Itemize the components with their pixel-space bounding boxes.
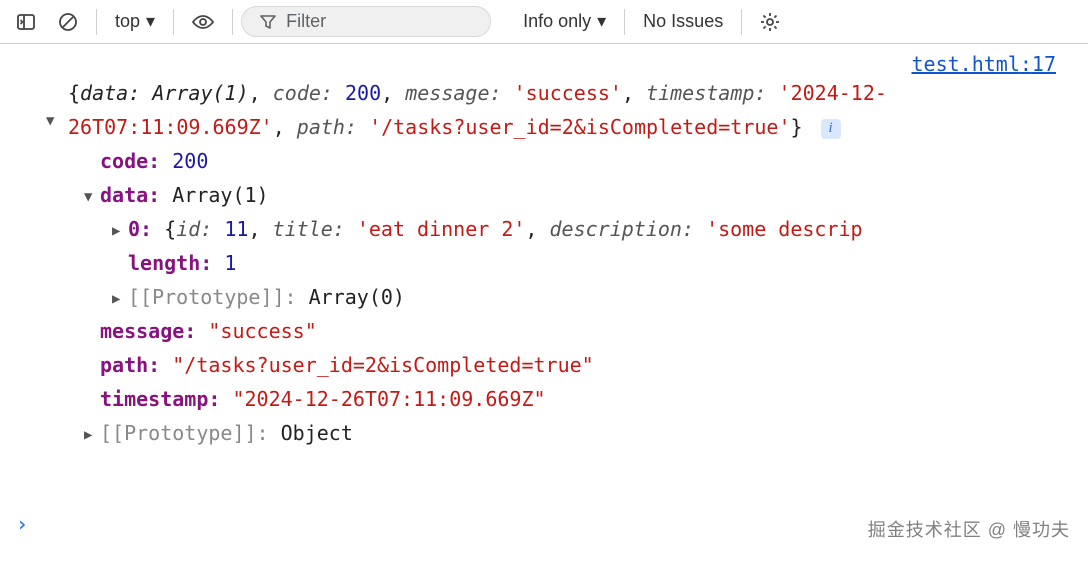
- live-expression-button[interactable]: [182, 10, 224, 34]
- expand-arrow-icon[interactable]: ▶: [84, 424, 98, 448]
- prop-timestamp[interactable]: timestamp: "2024-12-26T07:11:09.669Z": [68, 382, 1078, 416]
- prop-length[interactable]: length: 1: [68, 246, 1078, 280]
- toggle-sidebar-button[interactable]: [6, 8, 46, 36]
- prop-message[interactable]: message: "success": [68, 314, 1078, 348]
- issues-label: No Issues: [643, 11, 723, 32]
- separator: [173, 9, 174, 35]
- filter-placeholder: Filter: [286, 11, 326, 32]
- clear-console-button[interactable]: [48, 8, 88, 36]
- chevron-down-icon: ▾: [146, 11, 155, 32]
- separator: [741, 9, 742, 35]
- prop-item-0[interactable]: ▶0: {id: 11, title: 'eat dinner 2', desc…: [68, 212, 1078, 246]
- chevron-down-icon: ▾: [597, 11, 606, 32]
- filter-icon: [260, 15, 276, 29]
- console-output: test.html:17 ▼ {data: Array(1), code: 20…: [0, 44, 1088, 450]
- source-link[interactable]: test.html:17: [14, 52, 1078, 76]
- context-label: top: [115, 11, 140, 32]
- prop-data[interactable]: ▼data: Array(1): [68, 178, 1078, 212]
- separator: [96, 9, 97, 35]
- prop-prototype-object[interactable]: ▶[[Prototype]]: Object: [68, 416, 1078, 450]
- log-level-selector[interactable]: Info only ▾: [513, 7, 616, 36]
- console-prompt[interactable]: ›: [16, 512, 28, 536]
- prop-prototype-array[interactable]: ▶[[Prototype]]: Array(0): [68, 280, 1078, 314]
- separator: [624, 9, 625, 35]
- expand-arrow-icon[interactable]: ▶: [112, 220, 126, 244]
- prop-path[interactable]: path: "/tasks?user_id=2&isCompleted=true…: [68, 348, 1078, 382]
- expand-arrow-icon[interactable]: ▼: [84, 186, 98, 210]
- expand-arrow-icon[interactable]: ▼: [46, 110, 54, 134]
- filter-input[interactable]: Filter: [241, 6, 491, 37]
- expand-arrow-icon[interactable]: ▶: [112, 288, 126, 312]
- gear-icon: [760, 12, 780, 32]
- console-toolbar: top ▾ Filter Info only ▾ No Issues: [0, 0, 1088, 44]
- object-summary[interactable]: ▼ {data: Array(1), code: 200, message: '…: [68, 76, 1078, 144]
- log-level-label: Info only: [523, 11, 591, 32]
- context-selector[interactable]: top ▾: [105, 7, 165, 36]
- issues-button[interactable]: No Issues: [633, 7, 733, 36]
- watermark: 掘金技术社区 @ 慢功夫: [868, 516, 1070, 542]
- separator: [232, 9, 233, 35]
- prop-code[interactable]: code: 200: [68, 144, 1078, 178]
- info-icon[interactable]: i: [821, 119, 841, 139]
- settings-button[interactable]: [750, 8, 790, 36]
